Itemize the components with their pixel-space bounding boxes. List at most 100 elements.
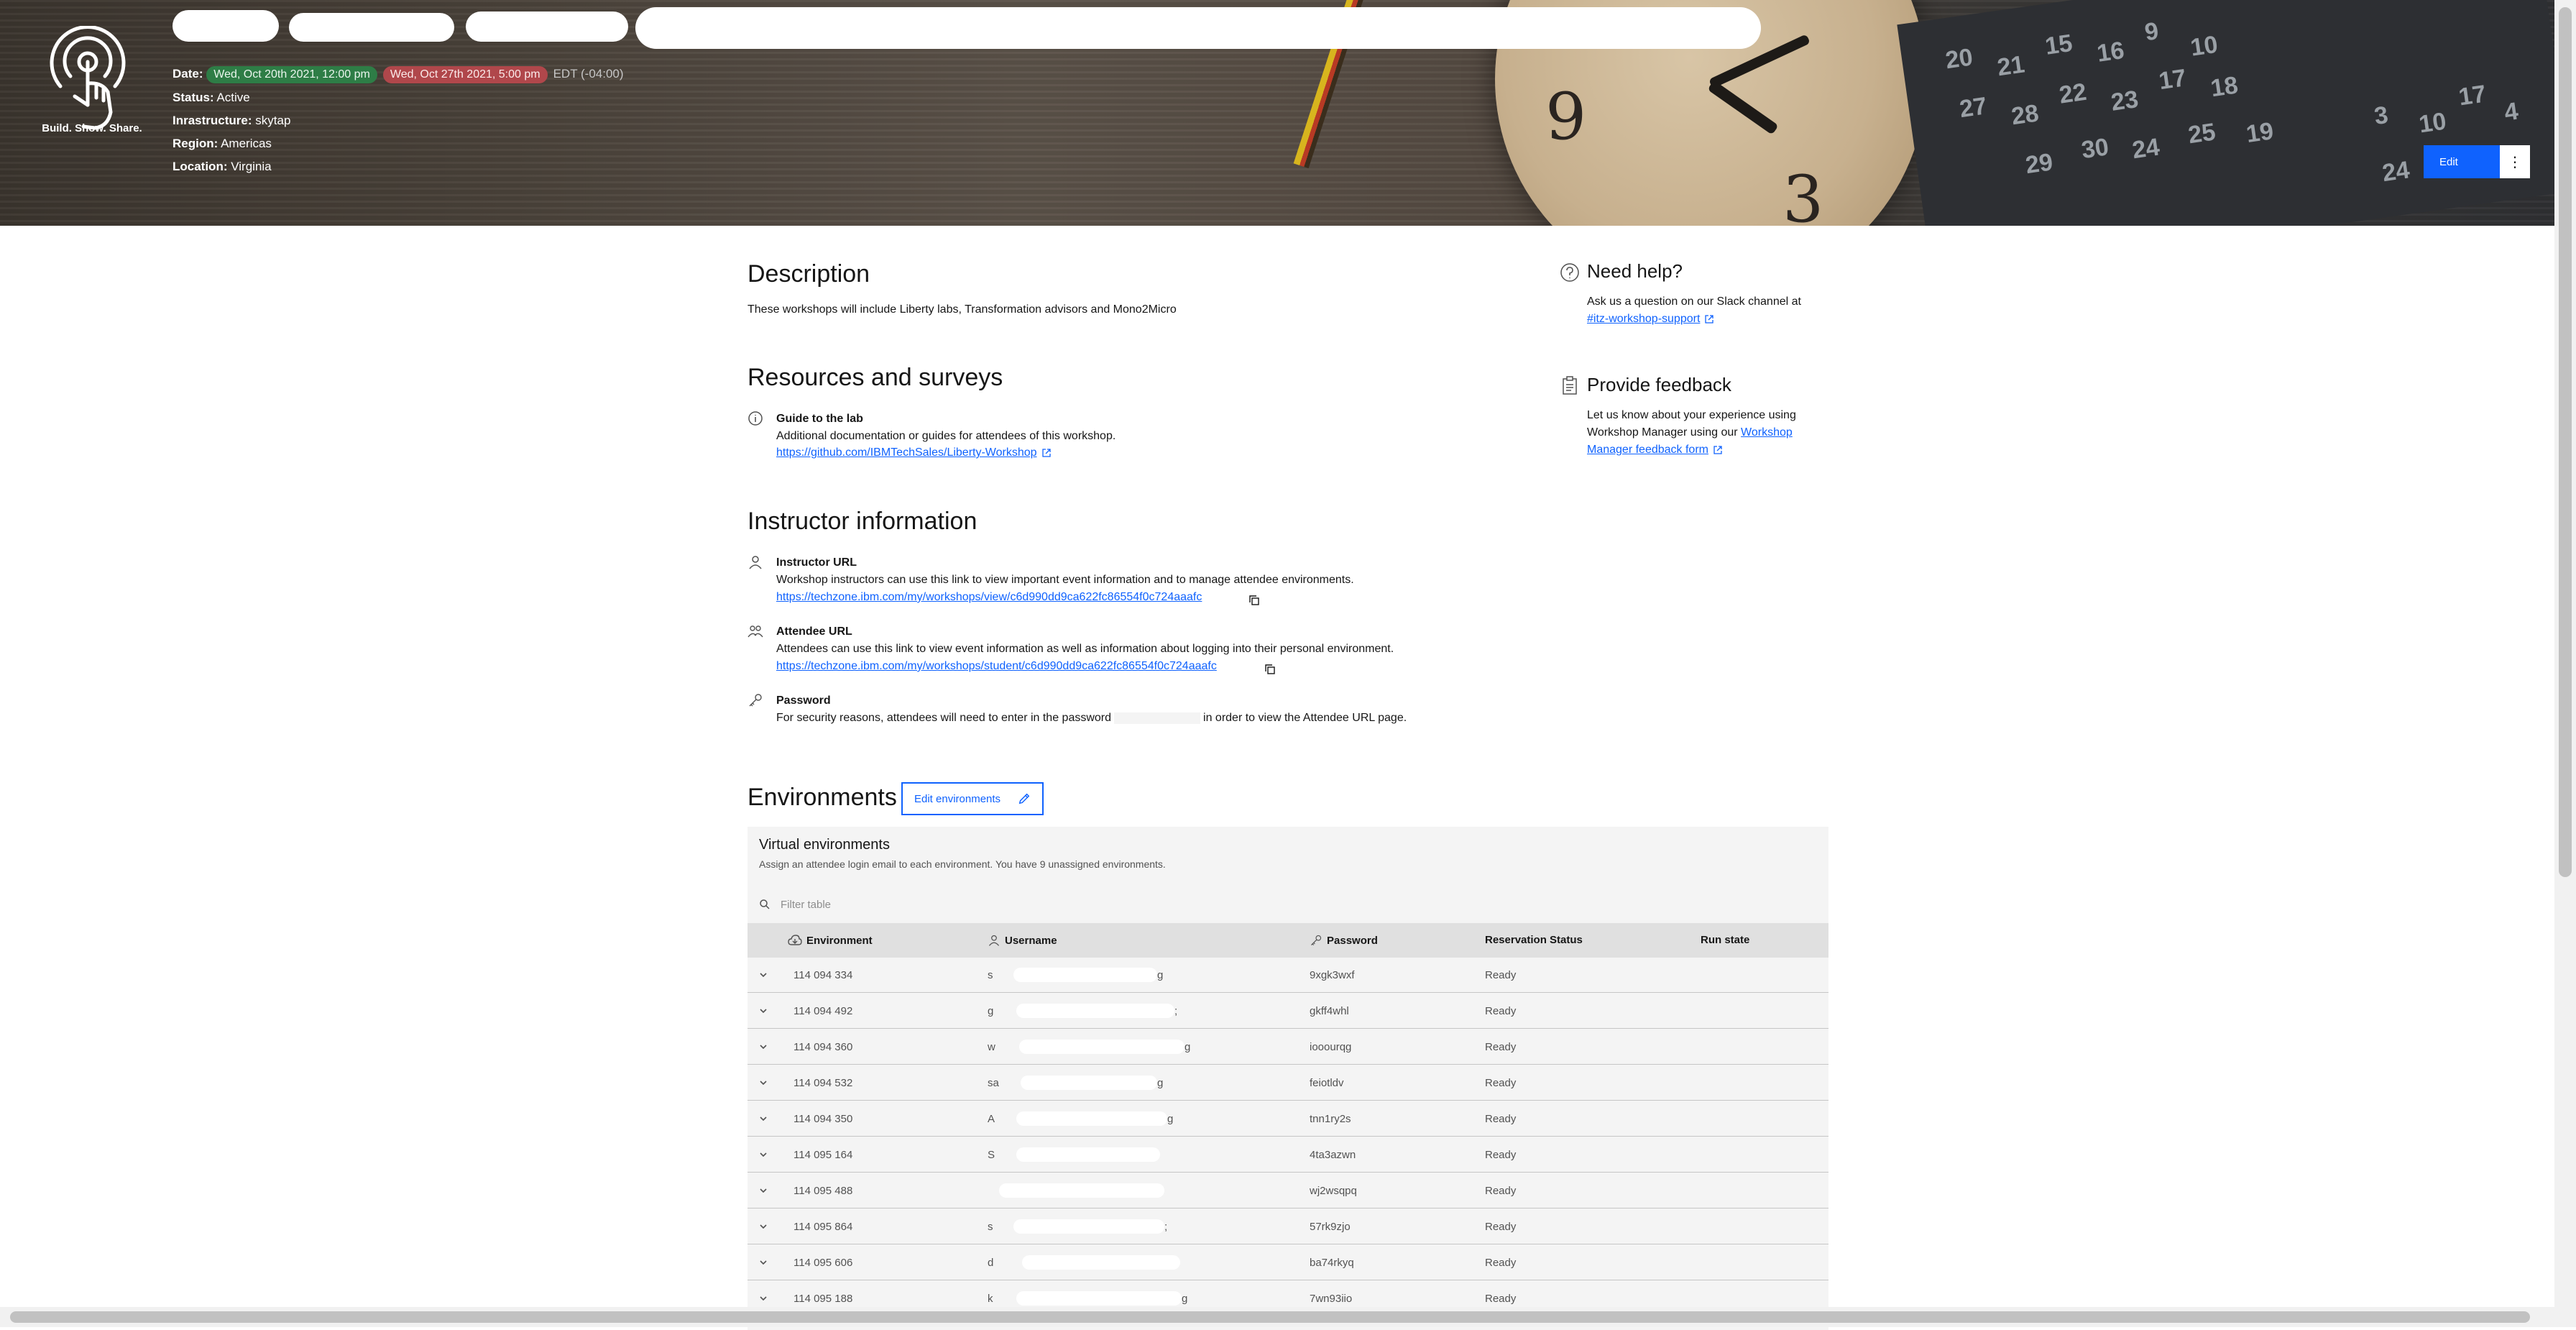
need-help-title: Need help? (1587, 260, 1683, 282)
table-row[interactable]: 114 095 864 s; 57rk9zjo Ready (748, 1209, 1828, 1244)
copy-icon[interactable] (1248, 594, 1261, 607)
key-icon (1311, 935, 1322, 945)
column-reservation-status[interactable]: Reservation Status (1485, 934, 1583, 946)
username-visible-start: s (988, 969, 993, 981)
description-heading: Description (748, 260, 870, 288)
username-visible-start: g (988, 1005, 994, 1017)
filter-table-input[interactable]: Filter table (748, 890, 1828, 919)
chevron-down-icon[interactable] (758, 1221, 769, 1232)
guide-link-row: https://github.com/IBMTechSales/Liberty-… (776, 446, 1052, 459)
location-label: Location: (172, 160, 228, 173)
clipboard-icon (1563, 376, 1577, 395)
reservation-status: Ready (1485, 1293, 1517, 1305)
table-subtitle: Assign an attendee login email to each e… (759, 858, 1166, 870)
event-date-row: Date: Wed, Oct 20th 2021, 12:00 pm Wed, O… (172, 66, 624, 83)
username-visible-start: w (988, 1041, 995, 1053)
chevron-down-icon[interactable] (758, 1113, 769, 1124)
password-description: For security reasons, attendees will nee… (776, 712, 1407, 725)
table-row[interactable]: 114 094 360 w g iooourqg Ready (748, 1029, 1828, 1065)
resources-heading: Resources and surveys (748, 364, 1003, 391)
guide-description: Additional documentation or guides for a… (776, 430, 1116, 442)
environment-id: 114 095 864 (794, 1221, 853, 1233)
chevron-down-icon[interactable] (758, 1149, 769, 1160)
vertical-scrollbar[interactable] (2559, 7, 2572, 877)
search-icon (760, 899, 770, 909)
table-row[interactable]: 114 094 492 g; gkff4whl Ready (748, 994, 1828, 1029)
horizontal-scrollbar[interactable] (10, 1311, 2530, 1323)
cloud-icon (788, 935, 802, 945)
instructor-url-title: Instructor URL (776, 556, 857, 569)
redacted-username (1013, 1219, 1164, 1234)
key-icon (749, 694, 762, 707)
password-value: 7wn93iio (1310, 1293, 1353, 1305)
chevron-down-icon[interactable] (758, 1005, 769, 1017)
pencil-icon (1018, 793, 1030, 804)
reservation-status: Ready (1485, 1221, 1517, 1233)
table-row[interactable]: 114 094 350 Ag tnn1ry2s Ready (748, 1101, 1828, 1137)
redacted-password (1114, 712, 1201, 724)
column-password[interactable]: Password (1310, 934, 1378, 947)
help-icon (1560, 263, 1579, 282)
chevron-down-icon[interactable] (758, 1257, 769, 1268)
environment-id: 114 094 350 (794, 1113, 853, 1125)
password-value: wj2wsqpq (1310, 1185, 1357, 1197)
table-row[interactable]: 114 094 334 s g 9xgk3wxf Ready (748, 958, 1828, 993)
environment-id: 114 095 606 (794, 1257, 853, 1269)
external-link-icon (1714, 446, 1722, 454)
date-label: Date: (172, 67, 203, 81)
table-row[interactable]: 114 095 488 wj2wsqpq Ready (748, 1173, 1828, 1209)
clock-numeral-9: 9 (1545, 79, 1587, 155)
external-link-icon (1041, 449, 1051, 457)
reservation-status: Ready (1485, 1185, 1517, 1197)
user-icon (749, 556, 762, 569)
slack-channel-link[interactable]: #itz-workshop-support (1587, 313, 1700, 325)
chevron-down-icon[interactable] (758, 1293, 769, 1304)
user-icon (988, 935, 1000, 946)
clock-numeral-3: 3 (1782, 162, 1824, 226)
environments-heading: Environments (748, 784, 897, 811)
edit-environments-button[interactable]: Edit environments (901, 782, 1044, 815)
build-show-share-logo-icon (50, 26, 126, 130)
instructor-url-row: https://techzone.ibm.com/my/workshops/vi… (776, 591, 1202, 604)
column-environment[interactable]: Environment (788, 934, 873, 947)
filter-placeholder: Filter table (781, 899, 832, 911)
reservation-status: Ready (1485, 969, 1517, 981)
password-description-end: in order to view the Attendee URL page. (1203, 712, 1407, 724)
redacted-username (1016, 1291, 1182, 1306)
chevron-down-icon[interactable] (758, 1185, 769, 1196)
copy-icon[interactable] (1264, 663, 1276, 676)
password-value: gkff4whl (1310, 1005, 1349, 1017)
instructor-url-description: Workshop instructors can use this link t… (776, 574, 1354, 586)
table-row[interactable]: 114 095 606 d ba74rkyq Ready (748, 1245, 1828, 1280)
redacted-title-part (289, 13, 454, 42)
column-run-state[interactable]: Run state (1701, 934, 1749, 946)
password-value: 4ta3azwn (1310, 1149, 1356, 1161)
description-text: These workshops will include Liberty lab… (748, 303, 1177, 316)
need-help-description: Ask us a question on our Slack channel a… (1587, 295, 1801, 308)
edit-environments-label: Edit environments (914, 792, 1001, 805)
password-description-start: For security reasons, attendees will nee… (776, 712, 1112, 724)
overflow-menu-button[interactable]: ⋮ (2500, 145, 2530, 178)
header-banner: 9 3 20 21 15 16 9 10 27 28 22 23 17 18 2… (0, 0, 2554, 226)
region-label: Region: (172, 137, 218, 150)
column-username[interactable]: Username (988, 934, 1057, 947)
redacted-username (1016, 1111, 1167, 1126)
table-row[interactable]: 114 095 164 S 4ta3azwn Ready (748, 1137, 1828, 1173)
chevron-down-icon[interactable] (758, 969, 769, 981)
attendee-url-link[interactable]: https://techzone.ibm.com/my/workshops/st… (776, 660, 1217, 672)
redacted-username (1021, 1076, 1157, 1090)
username-visible-end: g (1184, 1041, 1191, 1053)
reservation-status: Ready (1485, 1113, 1517, 1125)
username-visible-start: k (988, 1293, 993, 1305)
table-row[interactable]: 114 094 532 sa g feiotldv Ready (748, 1065, 1828, 1101)
guide-link[interactable]: https://github.com/IBMTechSales/Liberty-… (776, 446, 1037, 459)
environment-id: 114 095 488 (794, 1185, 853, 1197)
logo-tagline: Build. Show. Share. (42, 122, 142, 134)
password-value: ba74rkyq (1310, 1257, 1354, 1269)
chevron-down-icon[interactable] (758, 1041, 769, 1052)
column-username-label: Username (1005, 935, 1057, 947)
chevron-down-icon[interactable] (758, 1077, 769, 1088)
infrastructure-value: skytap (255, 114, 291, 127)
instructor-url-link[interactable]: https://techzone.ibm.com/my/workshops/vi… (776, 591, 1202, 603)
status-row: Status: Active (172, 91, 250, 105)
